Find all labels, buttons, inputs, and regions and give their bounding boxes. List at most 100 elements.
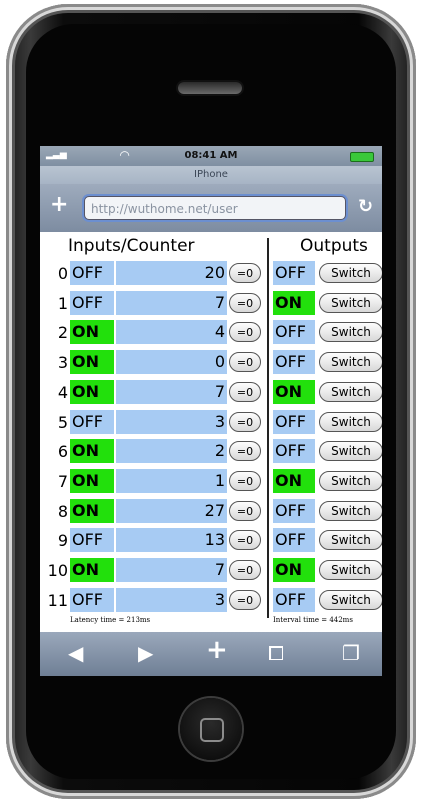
home-button[interactable] — [180, 698, 242, 760]
switch-button[interactable]: Switch — [319, 560, 382, 580]
row-index: 5 — [57, 412, 68, 432]
input-state: ON — [70, 468, 114, 493]
counter-value: 13 — [116, 528, 227, 553]
row-index: 6 — [57, 442, 68, 462]
phone-screen: ▂▃▅ ◠ 08:41 AM IPhone + http://wuthome.n… — [40, 146, 382, 676]
switch-button[interactable]: Switch — [319, 322, 382, 343]
io-row: 11 OFF 3 =0 OFF Switch — [40, 587, 382, 613]
switch-button[interactable]: Switch — [319, 411, 382, 432]
switch-button[interactable]: Switch — [319, 352, 382, 373]
counter-reset-button[interactable]: =0 — [229, 589, 261, 610]
reload-icon[interactable]: ↻ — [358, 196, 373, 217]
input-state: ON — [70, 379, 114, 404]
counter-value: 3 — [116, 587, 227, 612]
switch-button[interactable]: Switch — [319, 500, 382, 521]
io-row: 8 ON 27 =0 OFF Switch — [40, 498, 382, 524]
counter-reset-button[interactable]: =0 — [229, 441, 261, 462]
counter-value: 7 — [116, 558, 227, 582]
row-index: 9 — [57, 531, 68, 551]
counter-reset-button[interactable]: =0 — [229, 263, 261, 283]
counter-reset-button[interactable]: =0 — [229, 530, 261, 551]
interval-text: Interval time = 442ms — [273, 616, 353, 624]
io-row: 1 OFF 7 =0 ON Switch — [40, 290, 382, 316]
counter-value: 1 — [116, 468, 227, 493]
status-bar: ▂▃▅ ◠ 08:41 AM — [40, 146, 382, 166]
switch-button[interactable]: Switch — [319, 292, 382, 313]
io-row: 0 OFF 20 =0 OFF Switch — [40, 260, 382, 286]
counter-reset-button[interactable]: =0 — [229, 500, 261, 521]
back-icon[interactable]: ◀ — [68, 642, 83, 664]
inputs-header: Inputs/Counter — [68, 236, 195, 256]
row-index: 8 — [57, 501, 68, 521]
counter-reset-button[interactable]: =0 — [229, 411, 261, 432]
input-state: OFF — [70, 587, 114, 612]
io-row: 9 OFF 13 =0 OFF Switch — [40, 527, 382, 553]
io-row: 3 ON 0 =0 OFF Switch — [40, 349, 382, 375]
io-row: 2 ON 4 =0 OFF Switch — [40, 319, 382, 345]
input-state: ON — [70, 439, 114, 464]
row-index: 2 — [57, 323, 68, 343]
counter-value: 27 — [116, 498, 227, 523]
output-state: ON — [273, 379, 315, 404]
battery-icon — [350, 152, 374, 162]
status-time: 08:41 AM — [184, 150, 238, 161]
counter-reset-button[interactable]: =0 — [229, 322, 261, 343]
counter-value: 20 — [116, 261, 227, 285]
output-state: OFF — [273, 320, 315, 345]
row-index: 1 — [57, 293, 68, 313]
input-state: OFF — [70, 290, 114, 315]
add-icon[interactable]: + — [206, 637, 228, 663]
io-row: 6 ON 2 =0 OFF Switch — [40, 438, 382, 464]
input-state: ON — [70, 320, 114, 345]
output-state: OFF — [273, 528, 315, 553]
counter-value: 7 — [116, 290, 227, 315]
speaker-grille — [178, 82, 242, 94]
io-row: 4 ON 7 =0 ON Switch — [40, 379, 382, 405]
output-state: OFF — [273, 498, 315, 523]
url-bar: + http://wuthome.net/user ↻ — [40, 184, 382, 232]
switch-button[interactable]: Switch — [319, 470, 382, 491]
output-state: OFF — [273, 350, 315, 375]
row-index: 11 — [47, 590, 68, 610]
counter-reset-button[interactable]: =0 — [229, 352, 261, 373]
switch-button[interactable]: Switch — [319, 530, 382, 551]
add-bookmark-icon[interactable]: + — [50, 194, 68, 216]
output-state: OFF — [273, 409, 315, 434]
switch-button[interactable]: Switch — [319, 381, 382, 402]
counter-value: 3 — [116, 409, 227, 434]
outputs-header: Outputs — [300, 236, 368, 256]
input-state: OFF — [70, 528, 114, 553]
pages-icon[interactable]: ❐ — [342, 642, 360, 664]
output-state: OFF — [273, 587, 315, 612]
counter-reset-button[interactable]: =0 — [229, 292, 261, 313]
row-index: 10 — [47, 561, 68, 580]
io-row: 7 ON 1 =0 ON Switch — [40, 468, 382, 494]
page-title: IPhone — [40, 166, 382, 184]
io-panel: Inputs/Counter Outputs 0 OFF 20 =0 OFF Switch… — [40, 232, 382, 632]
counter-reset-button[interactable]: =0 — [229, 381, 261, 402]
input-state: ON — [70, 350, 114, 375]
input-state: ON — [70, 558, 114, 582]
switch-button[interactable]: Switch — [319, 589, 382, 610]
input-state: OFF — [70, 261, 114, 285]
forward-icon[interactable]: ▶ — [138, 642, 153, 664]
input-state: OFF — [70, 409, 114, 434]
switch-button[interactable]: Switch — [319, 263, 382, 283]
output-state: ON — [273, 468, 315, 493]
row-index: 0 — [57, 264, 68, 283]
url-field[interactable]: http://wuthome.net/user — [84, 196, 346, 220]
input-state: ON — [70, 498, 114, 523]
io-row: 10 ON 7 =0 ON Switch — [40, 557, 382, 583]
output-state: OFF — [273, 261, 315, 285]
output-state: ON — [273, 558, 315, 582]
counter-value: 0 — [116, 350, 227, 375]
row-index: 4 — [57, 382, 68, 402]
latency-text: Latency time = 213ms — [70, 616, 151, 624]
counter-reset-button[interactable]: =0 — [229, 560, 261, 580]
counter-reset-button[interactable]: =0 — [229, 470, 261, 491]
row-index: 3 — [57, 353, 68, 373]
row-index: 7 — [57, 471, 68, 491]
bookmarks-icon[interactable]: ⧠ — [268, 642, 284, 664]
counter-value: 4 — [116, 320, 227, 345]
switch-button[interactable]: Switch — [319, 441, 382, 462]
